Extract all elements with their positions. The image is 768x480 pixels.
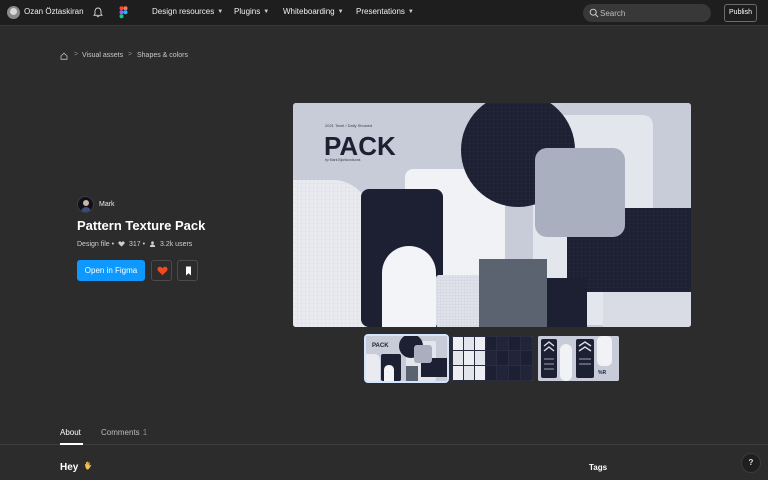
- hero-small-caption: 2021 Texel / Daily Showed: [325, 123, 372, 128]
- nav-plugins-label: Plugins: [234, 7, 261, 16]
- chevron-down-icon: ▼: [217, 9, 224, 15]
- open-in-figma-button[interactable]: Open in Figma: [77, 260, 145, 281]
- about-heading: Hey: [60, 461, 93, 473]
- about-greeting: Hey: [60, 462, 79, 473]
- file-title: Pattern Texture Pack: [77, 218, 206, 233]
- breadcrumb-separator: >: [74, 51, 79, 58]
- thumbnail-1[interactable]: PACK: [364, 334, 449, 383]
- tab-bar: About Comments 1: [0, 423, 768, 445]
- heart-icon: [118, 241, 125, 247]
- author-name[interactable]: Mark: [99, 201, 115, 208]
- author-avatar-body: [81, 207, 91, 212]
- like-button[interactable]: [151, 260, 172, 281]
- file-meta: Design file • 317 • 3.2k users: [77, 241, 192, 248]
- chevron-down-icon: ▼: [407, 9, 414, 15]
- chevron-down-icon: ▼: [337, 9, 344, 15]
- author-avatar[interactable]: [77, 196, 94, 213]
- author-avatar-head: [83, 200, 89, 206]
- help-button[interactable]: ?: [741, 453, 761, 473]
- nav-whiteboarding[interactable]: Whiteboarding ▼: [283, 7, 344, 16]
- publish-button[interactable]: Publish: [724, 4, 757, 22]
- breadcrumb-shapes-colors[interactable]: Shapes & colors: [137, 52, 188, 59]
- nav-design-resources-label: Design resources: [152, 7, 215, 16]
- waving-hand-icon: [85, 461, 92, 470]
- user-avatar[interactable]: [7, 6, 20, 19]
- search-input[interactable]: [600, 6, 704, 20]
- tab-active-indicator: [60, 443, 83, 445]
- nav-presentations-label: Presentations: [356, 7, 405, 16]
- tab-comments-label: Comments: [101, 428, 140, 437]
- bookmark-button[interactable]: [177, 260, 198, 281]
- figma-logo[interactable]: [119, 6, 128, 19]
- thumbnail-2[interactable]: [452, 336, 533, 381]
- breadcrumb-separator: >: [128, 51, 133, 58]
- breadcrumb-visual-assets[interactable]: Visual assets: [82, 52, 123, 59]
- thumbnail-1-label: PACK: [372, 343, 389, 349]
- comments-count: 1: [142, 428, 148, 437]
- chevron-down-icon: ▼: [263, 9, 270, 15]
- tab-comments[interactable]: Comments 1: [101, 428, 147, 437]
- hero-pack-title: PACK: [324, 131, 396, 161]
- user-name[interactable]: Ozan Öztaskiran: [24, 7, 84, 16]
- nav-plugins[interactable]: Plugins ▼: [234, 7, 269, 16]
- likes-count: 317: [129, 241, 141, 248]
- users-count: 3.2k users: [160, 241, 193, 248]
- meta-bullet: •: [111, 241, 115, 248]
- home-icon[interactable]: [60, 52, 68, 60]
- svg-text:%R: %R: [598, 370, 606, 376]
- tab-about[interactable]: About: [60, 428, 81, 437]
- top-bar: Ozan Öztaskiran Design resources ▼ Plugin…: [0, 0, 768, 26]
- nav-presentations[interactable]: Presentations ▼: [356, 7, 414, 16]
- hero-sub-caption: by Mark Bjorklundsons: [325, 158, 361, 162]
- file-type: Design file: [77, 241, 110, 248]
- search-icon: [589, 8, 599, 18]
- bookmark-icon: [186, 266, 191, 276]
- user-icon: [149, 241, 156, 247]
- bell-icon[interactable]: [93, 7, 103, 18]
- tags-heading: Tags: [589, 463, 608, 472]
- hero-preview-image: 2021 Texel / Daily Showed PACK by Mark B…: [293, 103, 691, 327]
- nav-design-resources[interactable]: Design resources ▼: [152, 7, 223, 16]
- search-box[interactable]: [583, 4, 711, 22]
- thumbnail-3[interactable]: %R: [538, 336, 619, 381]
- heart-icon: [157, 266, 168, 276]
- meta-bullet: •: [142, 241, 146, 248]
- nav-whiteboarding-label: Whiteboarding: [283, 7, 335, 16]
